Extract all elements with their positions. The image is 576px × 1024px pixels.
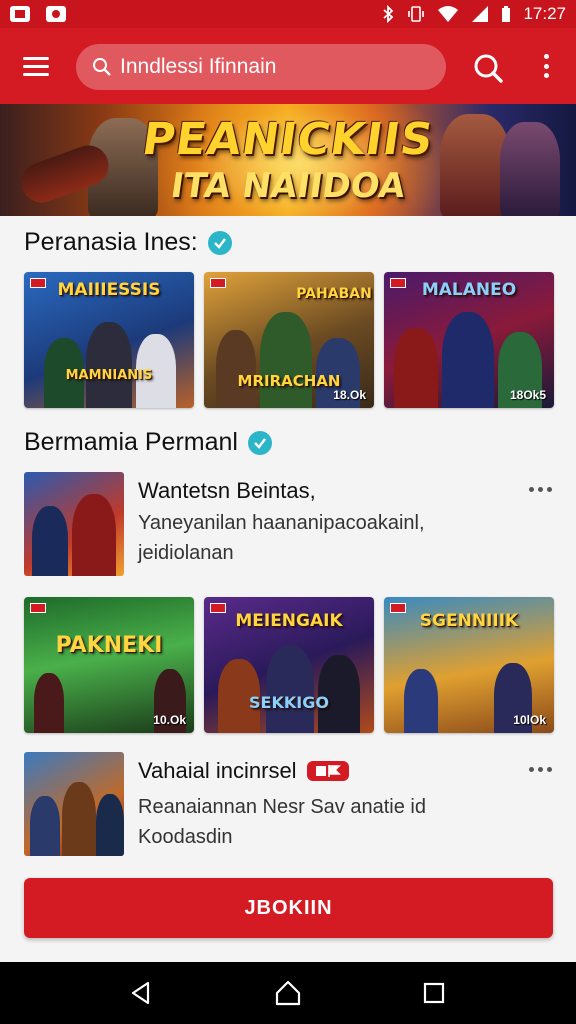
hamburger-icon-line (23, 72, 49, 76)
thumb-character (96, 794, 124, 856)
recents-button[interactable] (417, 976, 451, 1010)
tile-character (86, 322, 132, 408)
overflow-menu-button[interactable] (532, 50, 560, 82)
tile-view-count: 18.Ok (333, 388, 366, 402)
list-item-title: Vahaial incinrsel (138, 758, 349, 784)
game-tile[interactable]: SGENNIIIK 10lOk (384, 597, 554, 733)
tile-flag-icon (210, 278, 226, 288)
search-input[interactable]: Inndlessi Ifinnain (76, 44, 446, 90)
menu-button[interactable] (0, 28, 72, 104)
list-item-subtitle-2: Koodasdin (138, 826, 233, 848)
list-item-title-text: Vahaial incinrsel (138, 758, 297, 783)
thumb-character (62, 782, 96, 856)
more-horiz-icon-dot (537, 766, 543, 772)
verified-icon (247, 430, 272, 455)
search-button[interactable] (468, 48, 508, 88)
flag-badge (306, 761, 349, 781)
thumb-character (72, 494, 116, 576)
flag-icon (315, 765, 341, 777)
tile-character (404, 669, 438, 733)
section-title-text: Peranasia Ines: (24, 228, 198, 256)
thumb-character (30, 796, 60, 856)
hero-banner[interactable]: PEANICKIIS ITA NAIIDOA (0, 104, 576, 216)
battery-icon (502, 6, 511, 22)
tile-view-count: 10lOk (513, 713, 546, 727)
tile-character (260, 312, 312, 408)
status-time: 17:27 (523, 4, 566, 23)
signal-icon (472, 6, 489, 22)
list-item-subtitle: Reanaiannan Nesr Sav anatie id (138, 796, 426, 818)
hamburger-icon (23, 56, 49, 60)
search-text: Inndlessi Ifinnain (120, 55, 277, 78)
game-tile[interactable]: PAHABAN MRIRACHAN 18.Ok (204, 272, 374, 408)
more-horiz-icon-dot (537, 486, 543, 492)
tile-title: SGENNIIIK (419, 611, 519, 631)
list-item-title-text: Wantetsn Beintas, (138, 478, 316, 503)
list-item-more-button[interactable] (526, 764, 554, 774)
tile-view-count: 10.Ok (153, 713, 186, 727)
tile-caption: SEKKIGO (249, 693, 329, 712)
list-item[interactable]: Vahaial incinrsel Reanaiannan Nesr Sav a… (24, 752, 554, 856)
banner-subtitle: ITA NAIIDOA (168, 166, 408, 206)
tile-character (216, 330, 256, 408)
app-bar: Inndlessi Ifinnain (0, 28, 576, 104)
primary-action-button[interactable]: JBOKIIN (24, 878, 553, 938)
list-item-title: Wantetsn Beintas, (138, 478, 316, 504)
system-nav-bar (0, 962, 576, 1024)
tile-character (394, 328, 438, 408)
list-item-thumbnail (24, 752, 124, 856)
more-vert-icon-dot (543, 63, 549, 69)
list-item-subtitle-2: jeidiolanan (138, 542, 234, 564)
list-item-more-button[interactable] (526, 484, 554, 494)
more-horiz-icon-dot (546, 486, 552, 492)
more-horiz-icon-dot (546, 766, 552, 772)
more-horiz-icon (528, 766, 534, 772)
tile-caption: MAMNIANIS (65, 368, 153, 383)
home-icon (275, 980, 301, 1006)
tile-title: PAKNEKI (55, 633, 163, 658)
search-icon (474, 54, 503, 83)
tile-title: MAIIIESSIS (57, 280, 161, 300)
game-tile[interactable]: MALANEO 18Ok5 (384, 272, 554, 408)
home-button[interactable] (271, 976, 305, 1010)
more-vert-icon (543, 54, 549, 59)
message-notification-icon (46, 6, 66, 22)
section-title-featured: Peranasia Ines: (24, 228, 232, 257)
more-horiz-icon (528, 486, 534, 492)
section-title-popular: Bermamia Permanl (24, 428, 272, 457)
vibrate-icon (408, 6, 425, 22)
game-tile[interactable]: MAIIIESSIS MAMNIANIS (24, 272, 194, 408)
list-item-thumbnail (24, 472, 124, 576)
more-vert-icon-dot (543, 73, 549, 78)
status-bar: 17:27 (0, 0, 576, 28)
recents-icon (423, 982, 445, 1004)
tile-title: PAHABAN (296, 286, 372, 302)
app-notification-icon (10, 6, 30, 22)
game-tile[interactable]: PAKNEKI 10.Ok (24, 597, 194, 733)
tile-character (266, 645, 314, 733)
tile-character (34, 673, 64, 733)
thumb-character (32, 506, 68, 576)
section-title-text: Bermamia Permanl (24, 428, 238, 456)
search-icon (93, 58, 111, 76)
back-icon (131, 981, 150, 1005)
tile-flag-icon (30, 603, 46, 613)
wifi-icon (438, 6, 459, 22)
list-item[interactable]: Wantetsn Beintas, Yaneyanilan haananipac… (24, 472, 554, 576)
verified-icon (207, 230, 232, 255)
hamburger-icon-line (23, 64, 49, 68)
banner-title: PEANICKIIS (139, 114, 437, 165)
list-item-subtitle: Yaneyanilan haananipacoakainl, (138, 512, 425, 534)
game-tile[interactable]: MEIENGAIK SEKKIGO (204, 597, 374, 733)
back-button[interactable] (124, 976, 158, 1010)
tile-title: MEIENGAIK (235, 611, 343, 631)
tile-character (442, 312, 494, 408)
tile-title: MALANEO (421, 280, 517, 300)
bluetooth-icon (383, 5, 394, 23)
tile-view-count: 18Ok5 (509, 388, 546, 402)
